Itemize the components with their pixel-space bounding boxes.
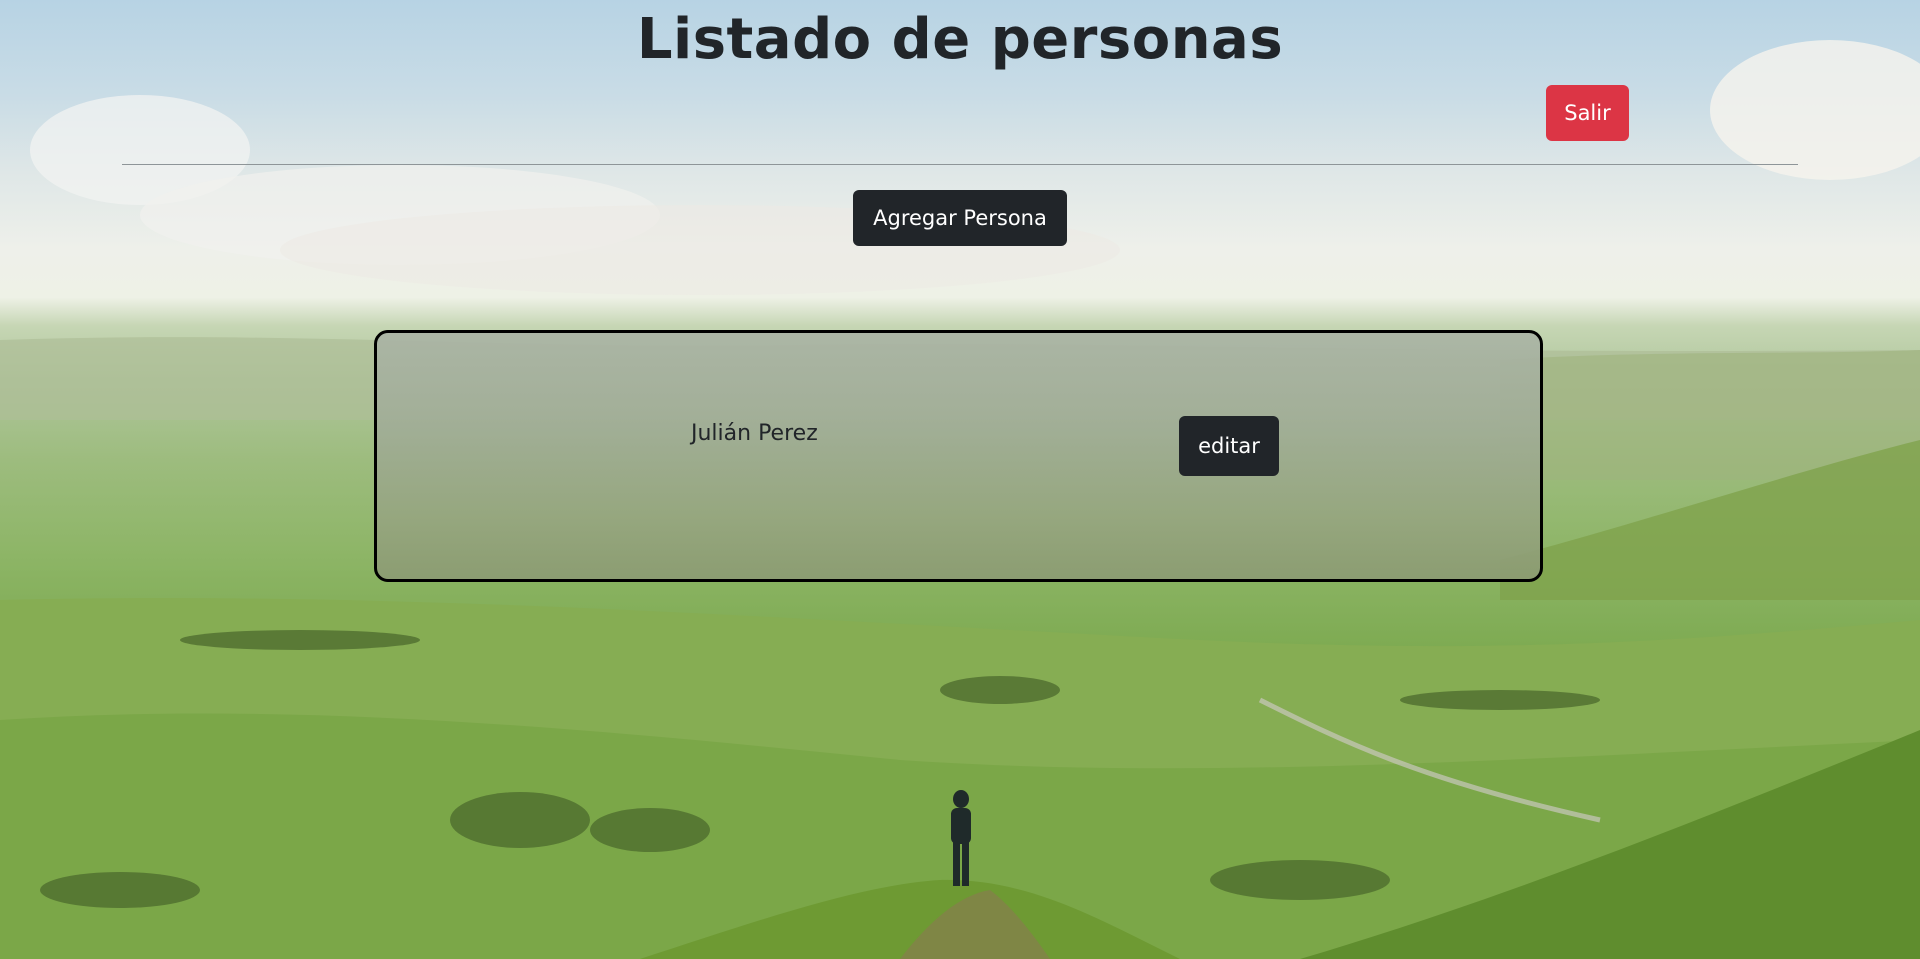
person-name: Julián Perez bbox=[691, 421, 818, 446]
add-person-button[interactable]: Agregar Persona bbox=[853, 190, 1067, 246]
header-divider bbox=[122, 164, 1798, 165]
page-title: Listado de personas bbox=[636, 7, 1284, 72]
edit-person-button[interactable]: editar bbox=[1179, 416, 1279, 476]
person-card: Julián Perez editar bbox=[374, 330, 1543, 582]
logout-button[interactable]: Salir bbox=[1546, 85, 1629, 141]
